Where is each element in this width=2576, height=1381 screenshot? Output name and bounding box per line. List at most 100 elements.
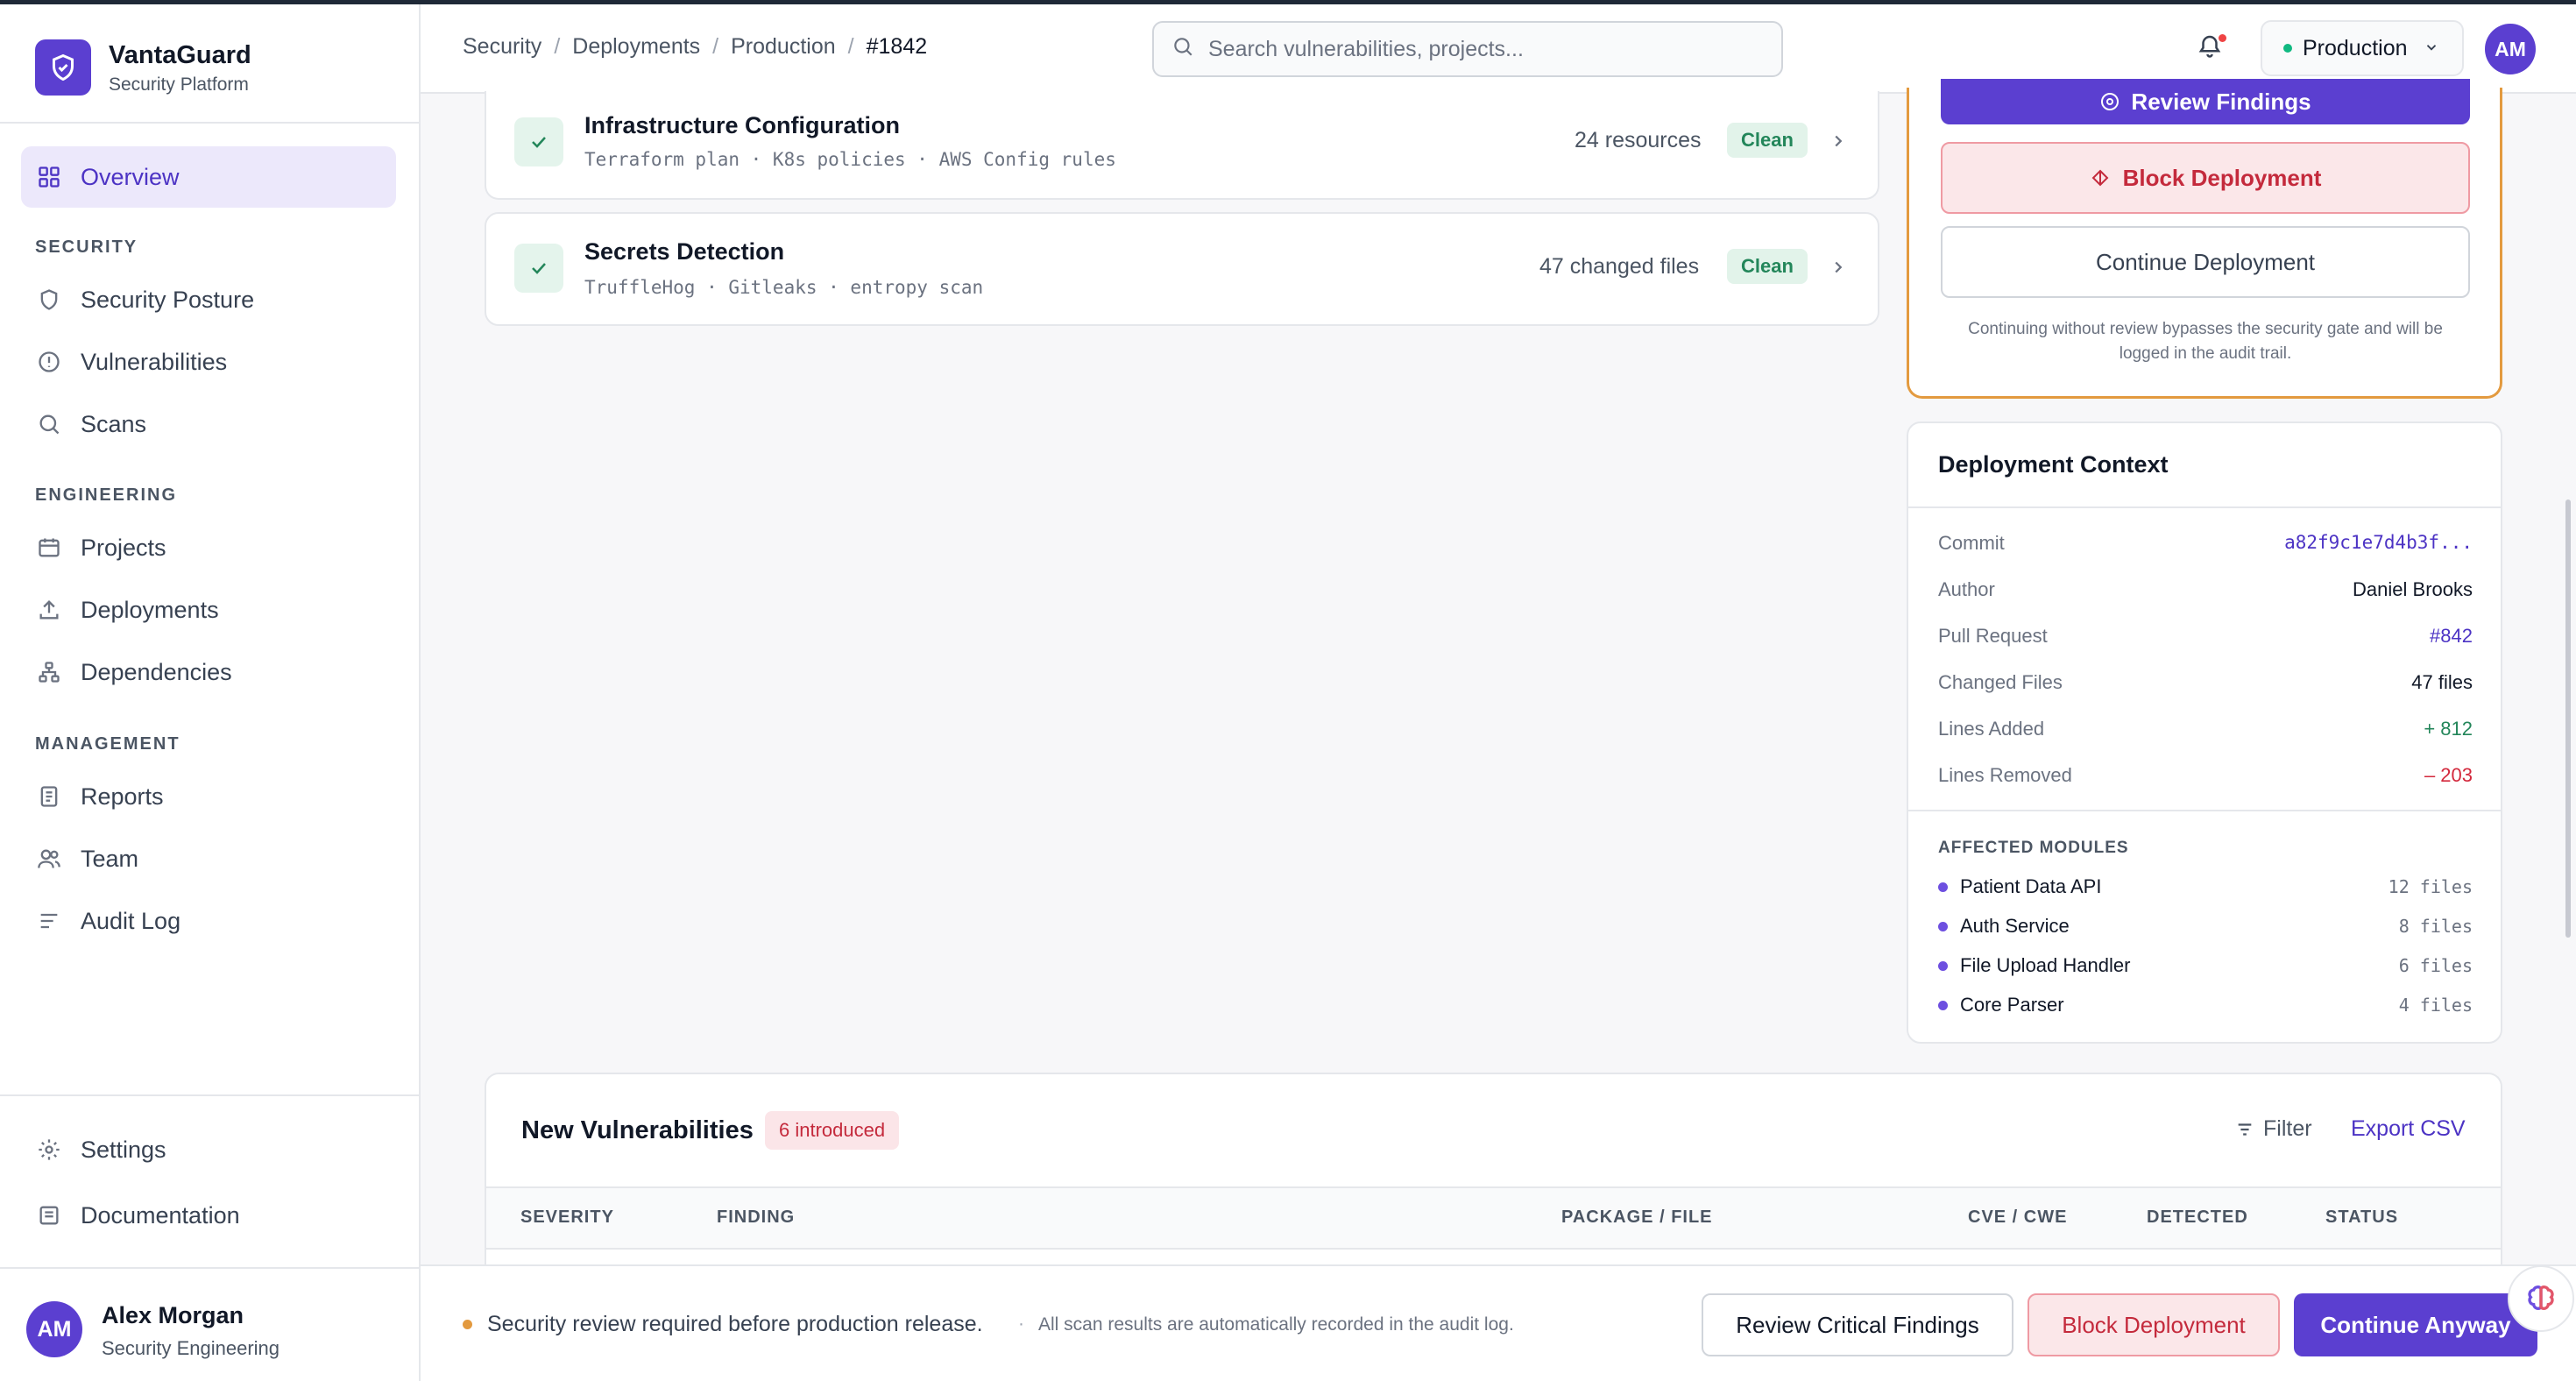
sidebar-item-label: Projects xyxy=(81,534,166,561)
sidebar-item-team[interactable]: Team xyxy=(21,828,396,889)
sidebar-item-label: Settings xyxy=(81,1136,166,1163)
block-deployment-button[interactable]: Block Deployment xyxy=(2028,1293,2280,1356)
column-header-detected[interactable]: DETECTED xyxy=(2147,1207,2248,1228)
context-row-lines-removed: Lines Removed – 203 xyxy=(1938,764,2473,787)
sidebar-item-settings[interactable]: Settings xyxy=(21,1119,396,1180)
gate-note: Continuing without review bypasses the s… xyxy=(1968,320,2443,363)
module-name: Core Parser xyxy=(1960,994,2064,1016)
notification-bell-icon[interactable] xyxy=(2197,32,2228,64)
scan-row-secrets[interactable]: Secrets Detection TruffleHog · Gitleaks … xyxy=(485,212,1879,326)
avatar: AM xyxy=(26,1301,82,1357)
sidebar-item-label: Documentation xyxy=(81,1201,240,1229)
sidebar-item-deployments[interactable]: Deployments xyxy=(21,579,396,641)
nav-section-management: MANAGEMENT xyxy=(35,734,180,754)
sidebar-item-label: Reports xyxy=(81,783,164,810)
continue-anyway-button[interactable]: Continue Anyway xyxy=(2294,1293,2537,1356)
user-role: Security Engineering xyxy=(102,1337,280,1359)
search-box[interactable] xyxy=(1152,21,1783,77)
context-key: Commit xyxy=(1938,532,2005,554)
module-files: 12 files xyxy=(2388,876,2473,897)
commit-link[interactable]: a82f9c1e7d4b3f... xyxy=(2284,532,2473,555)
search-icon xyxy=(35,410,63,438)
sidebar-item-dependencies[interactable]: Dependencies xyxy=(21,641,396,703)
warning-dot xyxy=(463,1320,472,1329)
sidebar-divider xyxy=(0,1094,419,1096)
deployment-context-card: Deployment Context Commit a82f9c1e7d4b3f… xyxy=(1907,421,2502,1044)
modules-title: AFFECTED MODULES xyxy=(1938,839,2129,857)
block-deployment-button[interactable]: Block Deployment xyxy=(1941,142,2470,214)
search-icon xyxy=(1171,35,1194,64)
user-profile[interactable]: AM Alex Morgan Security Engineering xyxy=(0,1267,419,1381)
module-item[interactable]: Auth Service 8 files xyxy=(1938,915,2473,938)
column-header-cve[interactable]: CVE / CWE xyxy=(1968,1207,2067,1228)
introduced-badge: 6 introduced xyxy=(765,1111,900,1150)
divider xyxy=(1908,506,2501,508)
scrollbar-thumb[interactable] xyxy=(2565,499,2571,938)
scan-detail: Terraform plan · K8s policies · AWS Conf… xyxy=(584,149,1116,170)
pull-request-link[interactable]: #842 xyxy=(2430,625,2473,648)
search-input[interactable] xyxy=(1208,36,1752,62)
audit-note: All scan results are automatically recor… xyxy=(1038,1314,1514,1335)
column-header-severity[interactable]: SEVERITY xyxy=(520,1207,614,1228)
sidebar-item-projects[interactable]: Projects xyxy=(21,517,396,578)
breadcrumb-deployments[interactable]: Deployments xyxy=(572,34,700,60)
environment-select[interactable]: Production xyxy=(2261,20,2464,76)
sidebar-item-label: Audit Log xyxy=(81,907,181,934)
sidebar-item-security-posture[interactable]: Security Posture xyxy=(21,269,396,330)
assistant-brain-icon[interactable] xyxy=(2508,1265,2574,1332)
breadcrumb-security[interactable]: Security xyxy=(463,34,541,60)
status-dot xyxy=(2283,44,2292,53)
check-icon xyxy=(514,244,563,293)
export-csv-link[interactable]: Export CSV xyxy=(2351,1116,2466,1142)
context-row-changed-files: Changed Files 47 files xyxy=(1938,671,2473,694)
breadcrumb-production[interactable]: Production xyxy=(731,34,836,60)
context-key: Lines Added xyxy=(1938,718,2045,740)
shield-icon xyxy=(35,286,63,314)
lines-removed-value: – 203 xyxy=(2424,764,2473,786)
users-icon xyxy=(35,845,63,873)
sidebar-item-documentation[interactable]: Documentation xyxy=(21,1185,396,1246)
review-findings-button[interactable]: Review Findings xyxy=(1941,79,2470,124)
book-icon xyxy=(35,1201,63,1229)
review-critical-findings-button[interactable]: Review Critical Findings xyxy=(1702,1293,2013,1356)
module-item[interactable]: Core Parser 4 files xyxy=(1938,994,2473,1016)
scan-meta: 47 changed files xyxy=(1539,254,1700,279)
gear-icon xyxy=(35,1136,63,1164)
chevron-down-icon xyxy=(2424,36,2439,61)
stop-icon xyxy=(2090,167,2111,188)
bottom-action-bar: Security review required before producti… xyxy=(421,1264,2576,1381)
column-header-finding[interactable]: FINDING xyxy=(717,1207,795,1228)
module-name: File Upload Handler xyxy=(1960,954,2131,976)
module-dot xyxy=(1938,921,1948,931)
filter-label: Filter xyxy=(2263,1116,2312,1141)
brand-header: VantaGuard Security Platform xyxy=(0,4,419,124)
scan-title: Infrastructure Configuration xyxy=(584,112,901,138)
sidebar-item-overview[interactable]: Overview xyxy=(21,146,396,208)
filter-button[interactable]: Filter xyxy=(2235,1116,2312,1142)
context-title: Deployment Context xyxy=(1938,451,2169,478)
header-avatar[interactable]: AM xyxy=(2485,24,2536,74)
column-header-status[interactable]: STATUS xyxy=(2325,1207,2398,1228)
context-key: Changed Files xyxy=(1938,671,2063,693)
module-item[interactable]: File Upload Handler 6 files xyxy=(1938,954,2473,977)
sidebar-item-reports[interactable]: Reports xyxy=(21,766,396,827)
module-dot xyxy=(1938,882,1948,892)
brand-subtitle: Security Platform xyxy=(109,74,249,95)
module-item[interactable]: Patient Data API 12 files xyxy=(1938,875,2473,898)
status-badge: Clean xyxy=(1727,249,1808,284)
sidebar-item-label: Scans xyxy=(81,410,147,437)
context-key: Lines Removed xyxy=(1938,764,2072,786)
brand-name: VantaGuard xyxy=(109,41,251,69)
sidebar-item-vulnerabilities[interactable]: Vulnerabilities xyxy=(21,331,396,393)
review-required-message: Security review required before producti… xyxy=(487,1312,983,1336)
sidebar-item-audit-log[interactable]: Audit Log xyxy=(21,890,396,952)
sidebar-item-scans[interactable]: Scans xyxy=(21,393,396,455)
context-key: Author xyxy=(1938,578,1995,600)
continue-deployment-button[interactable]: Continue Deployment xyxy=(1941,226,2470,298)
module-files: 8 files xyxy=(2398,916,2473,937)
scan-row-infrastructure[interactable]: Infrastructure Configuration Terraform p… xyxy=(485,91,1879,200)
breadcrumb: Security / Deployments / Production / #1… xyxy=(463,34,927,60)
sidebar-item-label: Deployments xyxy=(81,596,219,623)
status-badge: Clean xyxy=(1727,123,1808,158)
column-header-package[interactable]: PACKAGE / FILE xyxy=(1561,1207,1713,1228)
